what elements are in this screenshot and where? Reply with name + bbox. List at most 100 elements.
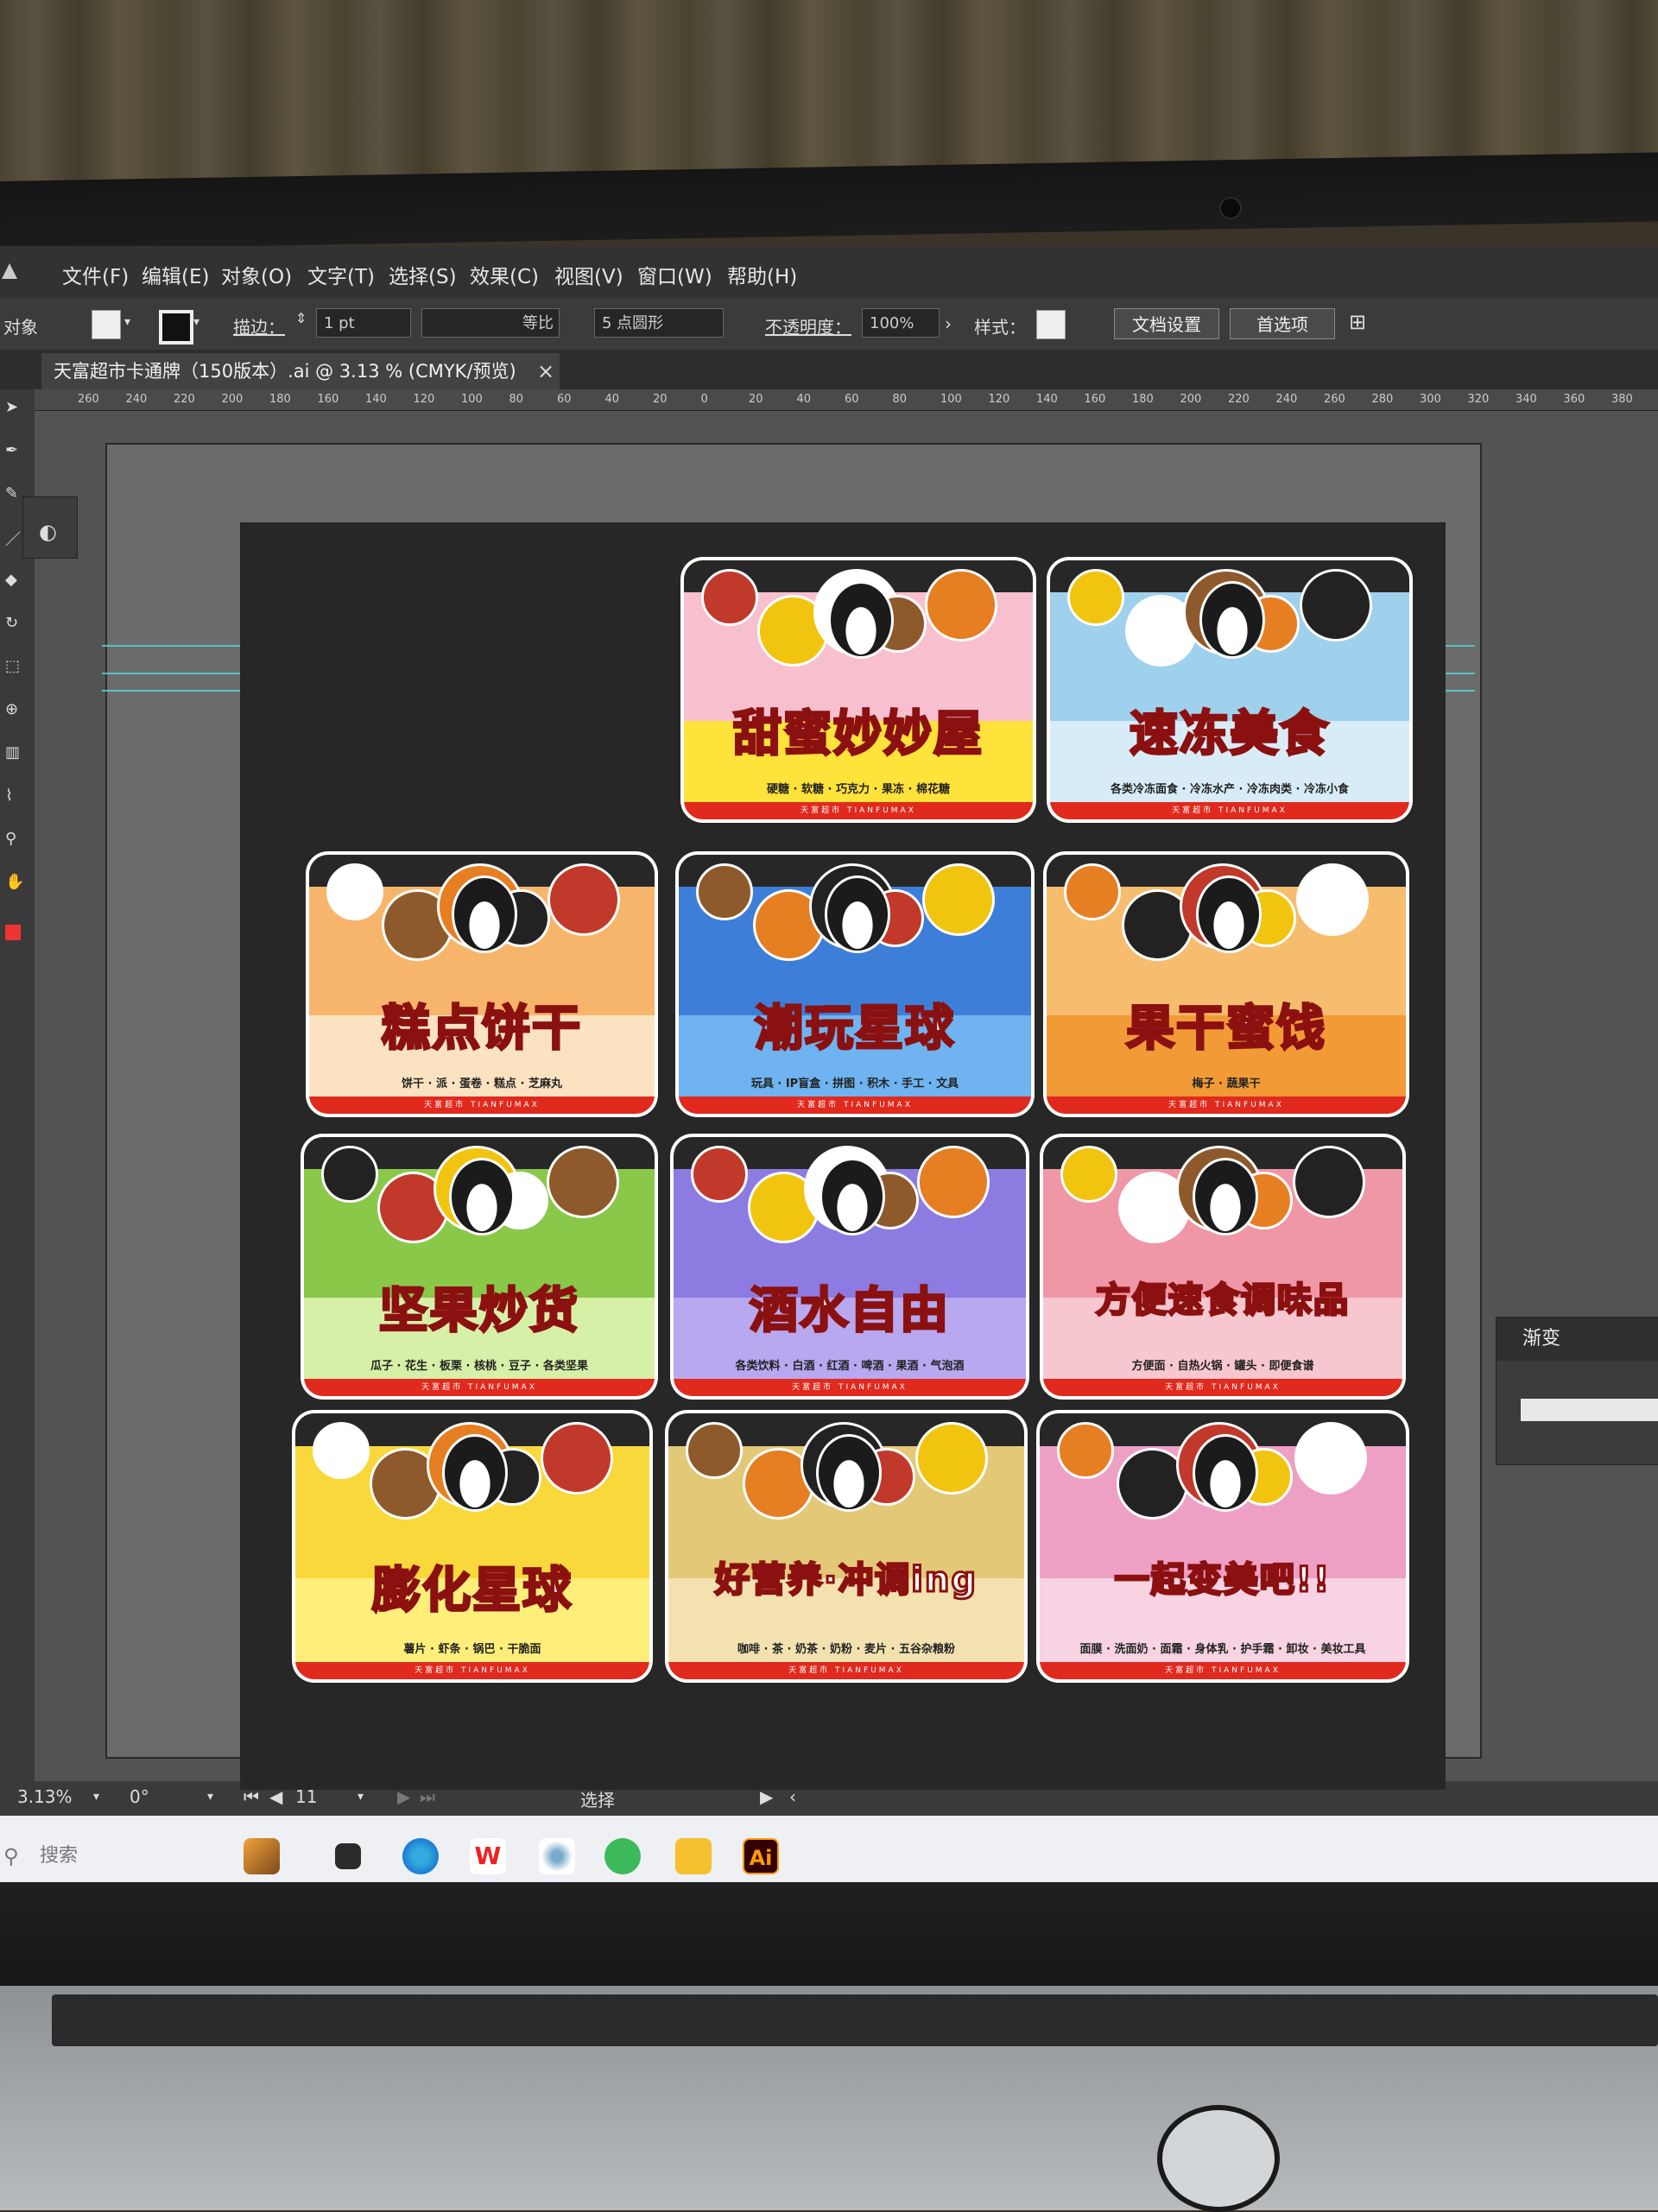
fill-dropdown-icon[interactable]: ▾ xyxy=(124,315,130,329)
app-icon[interactable] xyxy=(539,1838,575,1874)
wps-office-icon[interactable]: W xyxy=(470,1838,506,1874)
shape-builder-icon[interactable]: ⊕ xyxy=(5,700,24,719)
profile-label: 等比 xyxy=(522,314,554,332)
variable-width-profile[interactable]: 等比 xyxy=(421,308,560,338)
gradient-panel-title[interactable]: 渐变 xyxy=(1497,1318,1658,1361)
document-tab[interactable]: 天富超市卡通牌（150版本）.ai @ 3.13 % (CMYK/预览) xyxy=(41,353,560,389)
zoom-tool-icon[interactable]: ⚲ xyxy=(5,830,24,849)
scale-tool-icon[interactable]: ⬚ xyxy=(5,657,24,676)
menu-effect[interactable]: 效果(C) xyxy=(470,260,539,289)
sign-sweets[interactable]: 甜蜜妙妙屋 硬糖 · 软糖 · 巧克力 · 果冻 · 棉花糖 天富超市 TIANFU… xyxy=(684,560,1033,819)
sign-footer-text: 天富超市 TIANFUMAX xyxy=(801,806,916,815)
opacity-arrow-icon[interactable]: › xyxy=(945,313,952,334)
penguin-mascot-icon xyxy=(442,1434,508,1512)
pencil-tool-icon[interactable]: ✎ xyxy=(5,484,24,503)
preferences-button[interactable]: 首选项 xyxy=(1230,308,1335,339)
menu-view[interactable]: 视图(V) xyxy=(554,260,623,289)
hand-tool-icon[interactable]: ✋ xyxy=(5,873,24,892)
task-view-icon[interactable] xyxy=(335,1843,361,1869)
sign-footer-text: 天富超市 TIANFUMAX xyxy=(792,1383,908,1392)
zoom-dropdown-icon[interactable]: ▾ xyxy=(93,1790,99,1804)
menu-window[interactable]: 窗口(W) xyxy=(637,260,712,289)
document-tab-bar: 天富超市卡通牌（150版本）.ai @ 3.13 % (CMYK/预览) × xyxy=(0,350,1658,389)
sign-drinks[interactable]: 酒水自由 各类饮料 · 白酒 · 红酒 · 啤酒 · 果酒 · 气泡酒 天富超市 T… xyxy=(674,1137,1026,1396)
sign-frozen-food[interactable]: 速冻美食 各类冷冻面食 · 冷冻水产 · 冷冻肉类 · 冷冻小食 天富超市 TIAN… xyxy=(1050,560,1409,819)
product-illustration xyxy=(1299,569,1372,641)
brush-tool-icon[interactable]: ／ xyxy=(5,528,24,549)
eyedropper-tool-icon[interactable]: ⌇ xyxy=(5,787,24,806)
ruler-tick-label: 100 xyxy=(461,393,483,406)
wechat-icon[interactable] xyxy=(604,1838,641,1874)
ruler-tick-label: 0 xyxy=(700,393,708,406)
stroke-label[interactable]: 描边： xyxy=(233,313,285,338)
app-home-icon[interactable] xyxy=(0,260,19,282)
illustrator-app-icon[interactable]: Ai xyxy=(743,1838,779,1874)
menu-select[interactable]: 选择(S) xyxy=(389,260,457,289)
brush-label: 5 点圆形 xyxy=(602,314,664,332)
product-illustration xyxy=(1067,569,1124,626)
arrange-icon[interactable]: ⊞ xyxy=(1349,310,1366,334)
sign-footer-text: 天富超市 TIANFUMAX xyxy=(1168,1101,1284,1109)
sign-title: 酒水自由 xyxy=(749,1282,950,1341)
style-swatch[interactable] xyxy=(1036,310,1066,339)
menu-help[interactable]: 帮助(H) xyxy=(727,260,797,289)
opacity-label[interactable]: 不透明度： xyxy=(765,313,851,338)
zoom-level[interactable]: 3.13% xyxy=(17,1786,73,1807)
ruler-tick-label: 80 xyxy=(892,393,908,406)
artboard[interactable]: 甜蜜妙妙屋 硬糖 · 软糖 · 巧克力 · 果冻 · 棉花糖 天富超市 TIANFU… xyxy=(240,522,1446,1790)
eraser-tool-icon[interactable]: ◆ xyxy=(5,571,24,590)
laptop-bottom-bezel xyxy=(0,1882,1658,2003)
sign-nutrition-drinks[interactable]: 好营养·冲调ing 咖啡 · 茶 · 奶茶 · 奶粉 · 麦片 · 五谷杂粮粉 天富… xyxy=(668,1413,1024,1679)
rotation-value[interactable]: 0° xyxy=(130,1786,149,1807)
sign-subtitle: 硬糖 · 软糖 · 巧克力 · 果冻 · 棉花糖 xyxy=(767,783,950,796)
horizontal-ruler[interactable]: 260 240 220 200 180 160 140 120 100 80 60 40 20 0 20 40… xyxy=(35,389,1658,411)
sign-title: 一起变美吧!! xyxy=(1113,1559,1332,1602)
menu-edit[interactable]: 编辑(E) xyxy=(142,260,209,289)
document-setup-button[interactable]: 文档设置 xyxy=(1114,308,1219,339)
sign-footer: 天富超市 TIANFUMAX xyxy=(668,1662,1024,1679)
sign-pastry-biscuits[interactable]: 糕点饼干 饼干 · 派 · 蛋卷 · 糕点 · 芝麻丸 天富超市 TIANFUMAX xyxy=(309,855,655,1114)
menu-object[interactable]: 对象(O) xyxy=(221,260,292,289)
artboard-dropdown-icon[interactable]: ▾ xyxy=(358,1790,364,1804)
sign-title: 果干蜜饯 xyxy=(1125,1000,1326,1059)
sign-dried-fruit[interactable]: 果干蜜饯 梅子 · 蔬果干 天富超市 TIANFUMAX xyxy=(1047,855,1406,1114)
close-tab-icon[interactable]: × xyxy=(537,353,554,389)
file-explorer-icon[interactable] xyxy=(675,1838,712,1874)
stroke-swatch[interactable] xyxy=(159,310,193,344)
sign-instant-food[interactable]: 方便速食调味品 方便面 · 自热火锅 · 罐头 · 即便食谱 天富超市 TIANFU… xyxy=(1043,1137,1402,1396)
sign-trendy-toys[interactable]: 潮玩星球 玩具 · IP盲盒 · 拼图 · 积木 · 手工 · 文具 天富超市 TI… xyxy=(679,855,1031,1114)
stroke-weight-field[interactable]: 1 pt xyxy=(316,308,411,338)
brush-definition[interactable]: 5 点圆形 xyxy=(594,308,724,338)
stroke-stepper-icon[interactable]: ⇕ xyxy=(295,310,307,326)
ruler-tick-label: 80 xyxy=(509,393,524,406)
sign-title: 坚果炒货 xyxy=(378,1282,579,1341)
ruler-tick-label: 220 xyxy=(1228,393,1250,406)
sign-title: 速冻美食 xyxy=(1129,705,1330,764)
edge-browser-icon[interactable] xyxy=(402,1838,439,1874)
widget-icon[interactable] xyxy=(244,1838,280,1874)
sign-nuts-snacks[interactable]: 坚果炒货 瓜子 · 花生 · 板栗 · 核桃 · 豆子 · 各类坚果 天富超市 TI… xyxy=(304,1137,655,1396)
rotate-tool-icon[interactable]: ↻ xyxy=(5,614,24,633)
menu-type[interactable]: 文字(T) xyxy=(307,260,375,289)
pen-tool-icon[interactable]: ✒ xyxy=(5,441,24,460)
gradient-slider[interactable] xyxy=(1521,1399,1658,1421)
selection-tool-icon[interactable]: ➤ xyxy=(5,398,24,417)
tool-mode-label: 选择 xyxy=(580,1790,615,1811)
product-illustration xyxy=(321,1146,378,1203)
sign-subtitle: 饼干 · 派 · 蛋卷 · 糕点 · 芝麻丸 xyxy=(402,1078,562,1090)
graph-tool-icon[interactable]: ▥ xyxy=(5,743,24,762)
sign-beauty[interactable]: 一起变美吧!! 面膜 · 洗面奶 · 面霜 · 身体乳 · 护手霜 · 卸妆 · … xyxy=(1040,1413,1406,1679)
collapsed-panel[interactable]: ◐ xyxy=(22,496,78,559)
ruler-tick-label: 20 xyxy=(653,393,668,406)
opacity-field[interactable]: 100% xyxy=(862,308,940,338)
rotation-dropdown-icon[interactable]: ▾ xyxy=(207,1790,213,1804)
fill-stroke-color-icon[interactable] xyxy=(5,925,21,940)
fill-swatch[interactable] xyxy=(92,310,121,339)
sign-footer: 天富超市 TIANFUMAX xyxy=(679,1097,1031,1114)
palette-icon[interactable]: ◐ xyxy=(39,520,57,544)
sign-puffed-snacks[interactable]: 膨化星球 薯片 · 虾条 · 锅巴 · 干脆面 天富超市 TIANFUMAX xyxy=(295,1413,649,1679)
product-illustration xyxy=(1292,1146,1365,1218)
stroke-dropdown-icon[interactable]: ▾ xyxy=(193,315,199,329)
menu-file[interactable]: 文件(F) xyxy=(62,260,129,289)
sign-footer: 天富超市 TIANFUMAX xyxy=(1040,1662,1406,1679)
